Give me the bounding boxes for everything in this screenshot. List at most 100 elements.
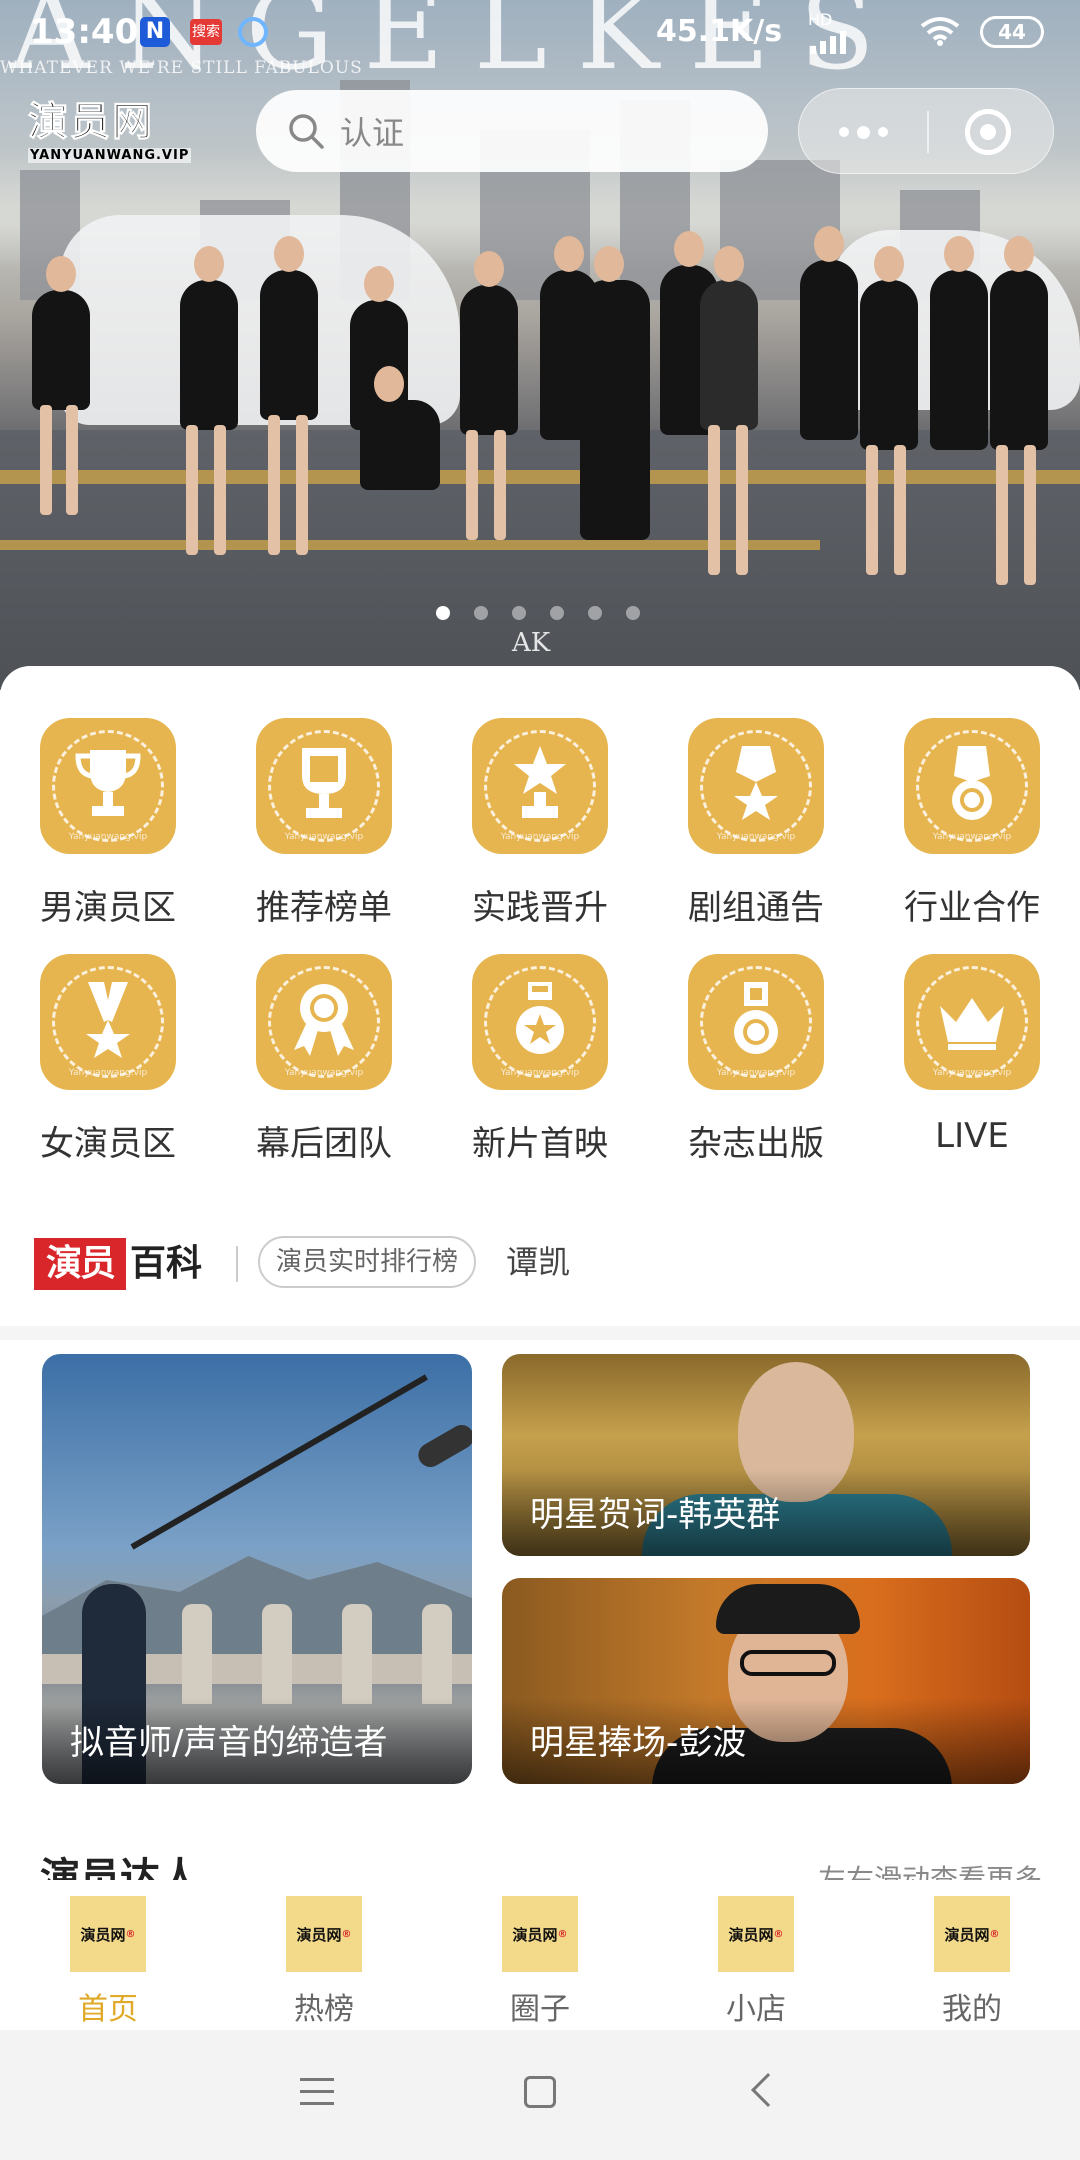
grid-item-male-actors[interactable]: Yanyuanwang.vip 男演员区 [0, 718, 216, 929]
bottom-tab-bar: 演员网 ® 首页 演员网 ® 热榜 演员网 ® 圈子 演员网 ® 小店 演员网 ® 我的 [0, 1880, 1080, 2030]
tab-hot[interactable]: 演员网 ® 热榜 [216, 1896, 432, 2028]
capsule-divider [927, 111, 929, 153]
rosette-icon: Yanyuanwang.vip [256, 954, 392, 1090]
hero-stripe [0, 470, 1080, 484]
hero-watermark: AK [512, 628, 551, 658]
hero-leg [296, 415, 308, 555]
hero-person [580, 246, 650, 540]
grid-item-backstage[interactable]: Yanyuanwang.vip 幕后团队 [216, 954, 432, 1165]
hero-leg [40, 405, 52, 515]
grid-item-casting-notice[interactable]: Yanyuanwang.vip 剧组通告 [648, 718, 864, 929]
tab-mine[interactable]: 演员网 ® 我的 [864, 1896, 1080, 2028]
grid-item-cooperation[interactable]: Yanyuanwang.vip 行业合作 [864, 718, 1080, 929]
carousel-dot[interactable] [626, 606, 640, 620]
tab-circle[interactable]: 演员网 ® 圈子 [432, 1896, 648, 2028]
ranking-name[interactable]: 谭凯 [506, 1236, 570, 1288]
feature-card-greeting[interactable]: 明星贺词-韩英群 [502, 1354, 1030, 1556]
home-tab-icon: 演员网 ® [70, 1896, 146, 1972]
grid-label: 实践晋升 [472, 888, 608, 928]
card-caption-text: 明星贺词-韩英群 [530, 1495, 781, 1535]
hero-person [360, 366, 440, 490]
wiki-logo-red: 演员 [34, 1238, 126, 1290]
grid-label: 行业合作 [904, 888, 1040, 928]
site-logo[interactable]: 演员网 YANYUANWANG.VIP [28, 99, 218, 163]
carousel-dot[interactable] [512, 606, 526, 620]
menu-icon[interactable] [300, 2078, 334, 2108]
hero-leg [268, 415, 280, 555]
carousel-dot[interactable] [588, 606, 602, 620]
grid-item-magazine[interactable]: Yanyuanwang.vip 杂志出版 [648, 954, 864, 1165]
hero-leg [466, 430, 478, 540]
grid-label: 杂志出版 [688, 1124, 824, 1164]
star-medal-icon: Yanyuanwang.vip [688, 718, 824, 854]
carousel-dot[interactable] [474, 606, 488, 620]
status-time: 13:40 [30, 12, 139, 52]
feature-card-support[interactable]: 明星捧场-彭波 [502, 1578, 1030, 1784]
actor-wiki-logo[interactable]: 演员 百科 [34, 1238, 214, 1290]
card-glasses [740, 1650, 836, 1676]
hero-leg [494, 430, 506, 540]
grid-item-premiere[interactable]: Yanyuanwang.vip 新片首映 [432, 954, 648, 1165]
card-caption: 明星捧场-彭波 [502, 1698, 1030, 1784]
hero-person [180, 246, 238, 430]
grid-label: 剧组通告 [688, 888, 824, 928]
card-caption-text: 明星捧场-彭波 [530, 1723, 747, 1763]
carousel-dot[interactable] [436, 606, 450, 620]
card-hat [716, 1584, 860, 1634]
home-square-icon[interactable] [524, 2076, 556, 2108]
grid-label: 新片首映 [472, 1124, 608, 1164]
grid-label: LIVE [935, 1116, 1009, 1156]
search-input[interactable]: 认证 [256, 90, 768, 172]
ring-medal-icon: Yanyuanwang.vip [904, 718, 1040, 854]
hero-leg [66, 405, 78, 515]
ranking-tag[interactable]: 演员实时排行榜 [258, 1236, 477, 1288]
tab-label: 热榜 [294, 1992, 354, 2027]
carousel-dot[interactable] [550, 606, 564, 620]
tab-label: 首页 [78, 1992, 138, 2027]
grid-label: 女演员区 [40, 1124, 176, 1164]
grid-label: 幕后团队 [256, 1124, 392, 1164]
hero-leg [736, 425, 748, 575]
shop-tab-icon: 演员网 ® [718, 1896, 794, 1972]
hero-person [990, 236, 1048, 450]
grid-item-recommend-list[interactable]: Yanyuanwang.vip 推荐榜单 [216, 718, 432, 929]
card-post [342, 1604, 372, 1704]
more-options-button[interactable] [799, 89, 927, 175]
feature-card-foley[interactable]: 拟音师/声音的缔造者 [42, 1354, 472, 1784]
signal-icon [810, 31, 846, 54]
tab-label: 圈子 [510, 1992, 570, 2027]
close-target-button[interactable] [965, 109, 1011, 155]
grid-item-female-actors[interactable]: Yanyuanwang.vip 女演员区 [0, 954, 216, 1165]
hero-leg [996, 445, 1008, 585]
section-title-talent: 演员达人 [40, 1855, 200, 1884]
section-divider [0, 1326, 1080, 1340]
hero-leg [214, 425, 226, 555]
hero-person [260, 236, 318, 420]
network-speed: 45.1K/s [656, 14, 783, 49]
wiki-logo-black: 百科 [130, 1243, 203, 1284]
tab-shop[interactable]: 演员网 ® 小店 [648, 1896, 864, 2028]
back-icon[interactable] [751, 2073, 785, 2107]
notification-search-icon: 搜索 [190, 19, 222, 45]
carousel-dots[interactable] [436, 606, 640, 620]
plaque-trophy-icon: Yanyuanwang.vip [256, 718, 392, 854]
medal-icon: Yanyuanwang.vip [688, 954, 824, 1090]
card-caption: 明星贺词-韩英群 [502, 1470, 1030, 1556]
logo-en: YANYUANWANG.VIP [28, 148, 192, 163]
tab-home[interactable]: 演员网 ® 首页 [0, 1896, 216, 2028]
mine-tab-icon: 演员网 ® [934, 1896, 1010, 1972]
logo-cn: 演员网 [28, 99, 154, 145]
crown-icon: Yanyuanwang.vip [904, 954, 1040, 1090]
hero-person [860, 246, 918, 450]
main-content: Yanyuanwang.vip 男演员区 Yanyuanwang.vip 推荐榜… [0, 666, 1080, 2026]
tab-label: 小店 [726, 1992, 786, 2027]
star-trophy-icon: Yanyuanwang.vip [472, 718, 608, 854]
circle-tab-icon: 演员网 ® [502, 1896, 578, 1972]
grid-item-live[interactable]: Yanyuanwang.vip LIVE [864, 954, 1080, 1156]
hero-leg [1024, 445, 1036, 585]
card-post [182, 1604, 212, 1704]
grid-item-practice[interactable]: Yanyuanwang.vip 实践晋升 [432, 718, 648, 929]
hero-person [800, 226, 858, 440]
mini-program-capsule [798, 88, 1054, 174]
wifi-icon [920, 17, 960, 46]
